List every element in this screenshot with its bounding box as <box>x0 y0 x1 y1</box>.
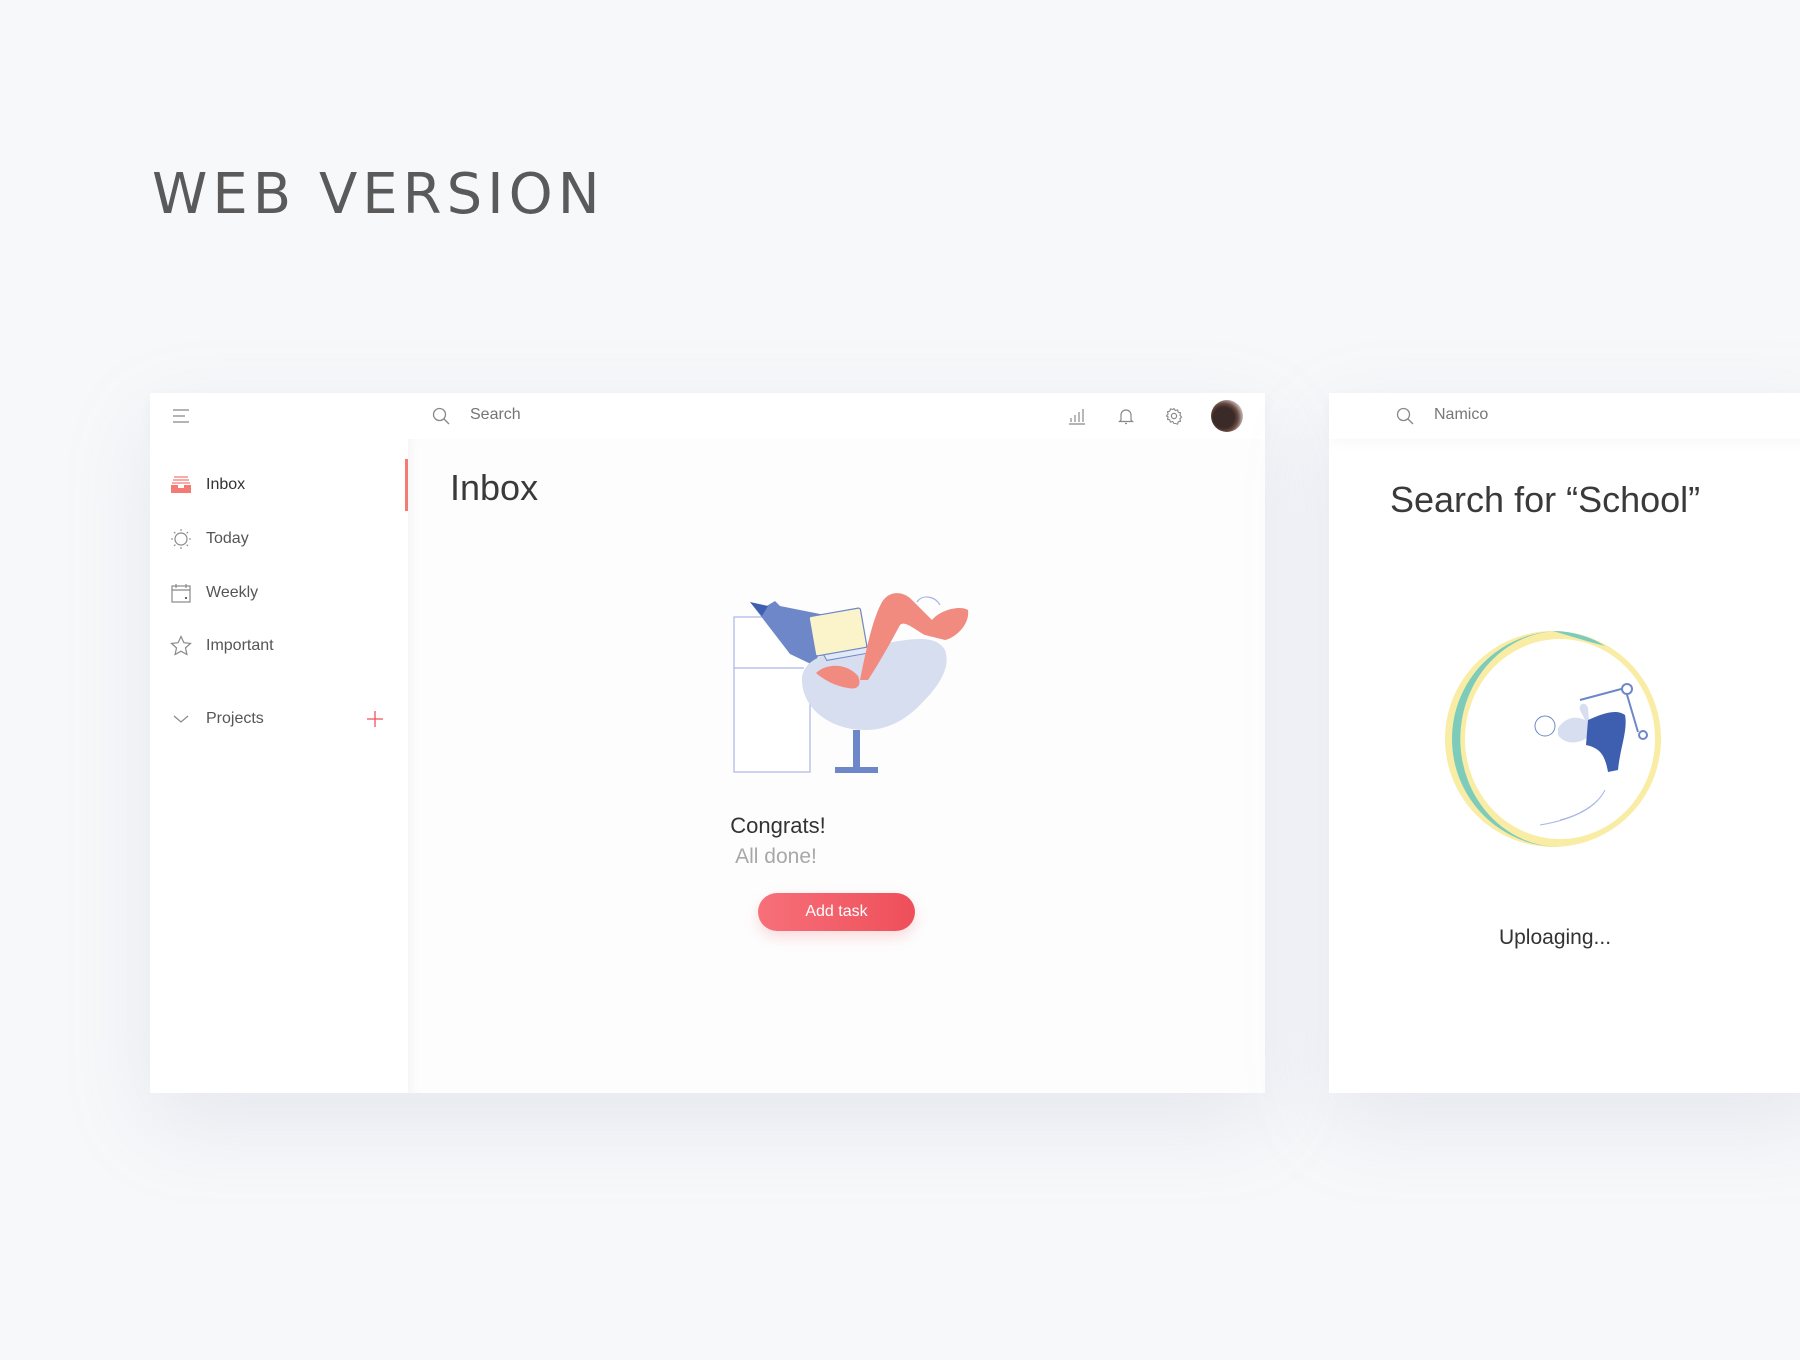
sidebar-item-today[interactable]: Today <box>170 524 249 554</box>
topbar <box>150 393 1265 439</box>
search-topbar: Namico <box>1329 393 1800 439</box>
sidebar-item-label: Inbox <box>206 476 246 493</box>
content-pane: Inbox Congrats! All done! Add task <box>408 439 1372 1093</box>
chevron-down-icon <box>170 708 192 730</box>
gear-icon[interactable] <box>1163 405 1185 427</box>
projects-label: Projects <box>206 710 264 727</box>
sidebar-item-weekly[interactable]: Weekly <box>170 578 258 608</box>
main-window: Inbox Today Weekly Important Projects <box>150 393 1372 1093</box>
avatar[interactable] <box>1211 400 1243 432</box>
loading-illustration <box>1445 631 1661 847</box>
bar-chart-icon[interactable] <box>1066 405 1088 427</box>
sidebar-item-label: Important <box>206 637 274 654</box>
empty-state-subtitle: All done! <box>735 845 817 868</box>
calendar-icon <box>170 582 192 604</box>
sidebar-item-label: Today <box>206 530 249 547</box>
add-task-button[interactable]: Add task <box>758 893 915 931</box>
sidebar-item-inbox[interactable]: Inbox <box>170 470 245 500</box>
search-results-title: Search for “School” <box>1390 479 1701 520</box>
sidebar-item-label: Weekly <box>206 584 259 601</box>
sidebar-item-important[interactable]: Important <box>170 631 274 661</box>
search-input[interactable]: Namico <box>1434 406 1488 424</box>
search-icon[interactable] <box>1394 405 1416 427</box>
sidebar-projects-toggle[interactable]: Projects <box>170 704 264 734</box>
sun-icon <box>170 528 192 550</box>
inbox-icon <box>170 474 192 496</box>
bell-icon[interactable] <box>1115 405 1137 427</box>
page-title: WEB VERSION <box>152 162 605 227</box>
plus-icon <box>367 711 383 727</box>
hamburger-icon[interactable] <box>170 405 192 427</box>
search-icon[interactable] <box>430 405 452 427</box>
relaxing-person-illustration <box>733 593 969 773</box>
add-project-button[interactable] <box>366 710 384 728</box>
star-icon <box>170 635 192 657</box>
search-input[interactable] <box>470 406 770 424</box>
upload-status: Uploaging... <box>1498 926 1612 949</box>
empty-state-title: Congrats! <box>730 813 826 838</box>
content-title: Inbox <box>450 467 539 508</box>
sidebar: Inbox Today Weekly Important Projects <box>150 439 408 1093</box>
search-window: Namico Search for “School” Uploaging... <box>1329 393 1800 1093</box>
